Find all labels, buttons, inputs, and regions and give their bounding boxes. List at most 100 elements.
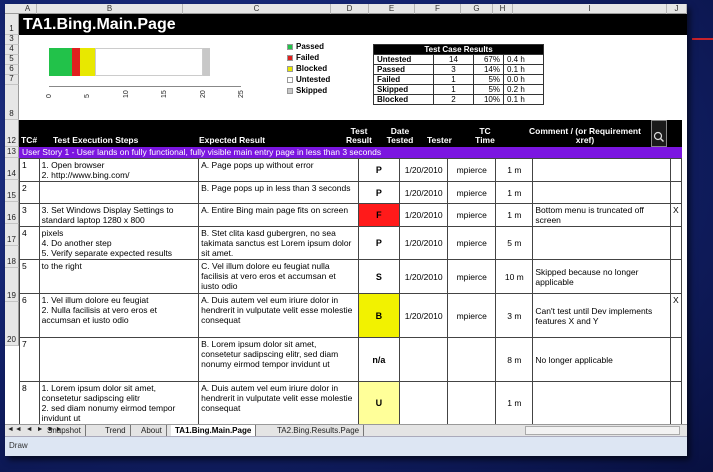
cell-expected[interactable]: A. Entire Bing main page fits on screen xyxy=(198,203,359,227)
cell-tc[interactable]: 2 xyxy=(19,181,40,204)
cell-x[interactable] xyxy=(670,226,682,260)
cell-expected[interactable]: B. Stet clita kasd gubergren, no sea tak… xyxy=(198,226,359,260)
cell-steps[interactable]: 1. Vel illum dolore eu feugiat 2. Nulla … xyxy=(38,293,200,338)
cell-tester[interactable] xyxy=(447,337,497,382)
cell-steps[interactable] xyxy=(38,181,200,204)
cell-x[interactable]: X xyxy=(670,293,682,338)
cell-time[interactable]: 1 m xyxy=(495,381,534,425)
cell-steps[interactable]: to the right xyxy=(38,259,200,294)
cell-tester[interactable]: mpierce xyxy=(447,226,497,260)
cell-tester[interactable] xyxy=(447,381,497,425)
cell-comment[interactable]: Skipped because no longer applicable xyxy=(532,259,672,294)
column-header-d[interactable]: D xyxy=(331,4,369,14)
cell-result[interactable]: F xyxy=(357,203,401,227)
row-number[interactable]: 13 xyxy=(5,147,19,158)
cell-tc[interactable]: 7 xyxy=(19,337,40,382)
cell-comment[interactable]: No longer applicable xyxy=(532,337,672,382)
cell-date[interactable]: 1/20/2010 xyxy=(399,203,449,227)
cell-comment[interactable]: Bottom menu is truncated off screen xyxy=(532,203,672,227)
cell-expected[interactable]: B. Lorem ipsum dolor sit amet, consetetu… xyxy=(198,337,359,382)
column-header-i[interactable]: I xyxy=(513,4,667,14)
cell-date[interactable]: 1/20/2010 xyxy=(399,259,449,294)
cell-tester[interactable]: mpierce xyxy=(447,158,497,182)
cell-time[interactable]: 3 m xyxy=(495,293,534,338)
row-number[interactable]: 16 xyxy=(5,202,19,224)
cell-tc[interactable]: 1 xyxy=(19,158,40,182)
cell-x[interactable] xyxy=(670,337,682,382)
cell-x[interactable]: X xyxy=(670,203,682,227)
draw-menu[interactable]: Draw xyxy=(9,441,28,450)
row-number[interactable]: 17 xyxy=(5,224,19,246)
cell-date[interactable]: 1/20/2010 xyxy=(399,293,449,338)
cell-comment[interactable] xyxy=(532,381,672,425)
cell-result[interactable]: P xyxy=(357,181,401,204)
row-number[interactable]: 8 xyxy=(5,85,19,120)
cell-result[interactable]: S xyxy=(357,259,401,294)
cell-tc[interactable]: 3 xyxy=(19,203,40,227)
cell-tc[interactable]: 6 xyxy=(19,293,40,338)
column-header-b[interactable]: B xyxy=(37,4,183,14)
row-number[interactable]: 7 xyxy=(5,74,19,85)
column-header-h[interactable]: H xyxy=(493,4,513,14)
cell-tester[interactable]: mpierce xyxy=(447,203,497,227)
cell-result[interactable]: P xyxy=(357,226,401,260)
cell-tester[interactable]: mpierce xyxy=(447,293,497,338)
cell-x[interactable] xyxy=(670,259,682,294)
cell-time[interactable]: 1 m xyxy=(495,181,534,204)
cell-time[interactable]: 10 m xyxy=(495,259,534,294)
cell-result[interactable]: B xyxy=(357,293,401,338)
cell-result[interactable]: U xyxy=(357,381,401,425)
sheet-tab[interactable]: TA2.Bing.Results.Page xyxy=(273,425,365,436)
cell-tc[interactable]: 5 xyxy=(19,259,40,294)
column-header-f[interactable]: F xyxy=(415,4,461,14)
column-header-a[interactable]: A xyxy=(19,4,37,14)
cell-steps[interactable]: 3. Set Windows Display Settings to stand… xyxy=(38,203,200,227)
cell-tester[interactable]: mpierce xyxy=(447,259,497,294)
cell-time[interactable]: 1 m xyxy=(495,158,534,182)
row-number[interactable]: 18 xyxy=(5,246,19,268)
cell-date[interactable] xyxy=(399,381,449,425)
cell-time[interactable]: 1 m xyxy=(495,203,534,227)
column-header-e[interactable]: E xyxy=(369,4,415,14)
cell-comment[interactable]: Can't test until Dev implements features… xyxy=(532,293,672,338)
cell-date[interactable] xyxy=(399,337,449,382)
cell-steps[interactable]: 1. Open browser 2. http://www.bing.com/ xyxy=(38,158,200,182)
cell-x[interactable] xyxy=(670,158,682,182)
cell-expected[interactable]: A. Page pops up without error xyxy=(198,158,359,182)
row-number[interactable]: 1 xyxy=(5,14,19,35)
row-number[interactable]: 14 xyxy=(5,158,19,180)
cell-date[interactable]: 1/20/2010 xyxy=(399,226,449,260)
cell-result[interactable]: P xyxy=(357,158,401,182)
column-header-c[interactable]: C xyxy=(183,4,331,14)
sheet-tab[interactable]: TA1.Bing.Main.Page xyxy=(171,425,257,436)
column-header-j[interactable]: J xyxy=(667,4,687,14)
cell-steps[interactable]: 1. Lorem ipsum dolor sit amet, consetetu… xyxy=(38,381,200,425)
cell-result[interactable]: n/a xyxy=(357,337,401,382)
cell-x[interactable] xyxy=(670,381,682,425)
cell-comment[interactable] xyxy=(532,181,672,204)
cell-tc[interactable]: 8 xyxy=(19,381,40,425)
cell-comment[interactable] xyxy=(532,226,672,260)
cell-expected[interactable]: A. Duis autem vel eum iriure dolor in he… xyxy=(198,381,359,425)
cell-time[interactable]: 8 m xyxy=(495,337,534,382)
row-number[interactable]: 12 xyxy=(5,120,19,147)
cell-comment[interactable] xyxy=(532,158,672,182)
sheet-tab[interactable]: Snapshot xyxy=(43,425,86,436)
cell-x[interactable] xyxy=(670,181,682,204)
horizontal-scrollbar[interactable] xyxy=(525,426,680,435)
cell-time[interactable]: 5 m xyxy=(495,226,534,260)
cell-expected[interactable]: B. Page pops up in less than 3 seconds xyxy=(198,181,359,204)
row-number[interactable]: 19 xyxy=(5,268,19,302)
cell-expected[interactable]: A. Duis autem vel eum iriure dolor in he… xyxy=(198,293,359,338)
row-number[interactable]: 15 xyxy=(5,180,19,202)
column-header-g[interactable]: G xyxy=(461,4,493,14)
cell-steps[interactable] xyxy=(38,337,200,382)
sheet-tab[interactable]: Trend xyxy=(101,425,131,436)
sheet-tab[interactable]: About xyxy=(137,425,167,436)
cell-date[interactable]: 1/20/2010 xyxy=(399,158,449,182)
filter-icon[interactable] xyxy=(651,120,667,147)
cell-date[interactable]: 1/20/2010 xyxy=(399,181,449,204)
row-number[interactable]: 20 xyxy=(5,302,19,346)
cell-steps[interactable]: pixels 4. Do another step 5. Verify sepa… xyxy=(38,226,200,260)
cell-tc[interactable]: 4 xyxy=(19,226,40,260)
